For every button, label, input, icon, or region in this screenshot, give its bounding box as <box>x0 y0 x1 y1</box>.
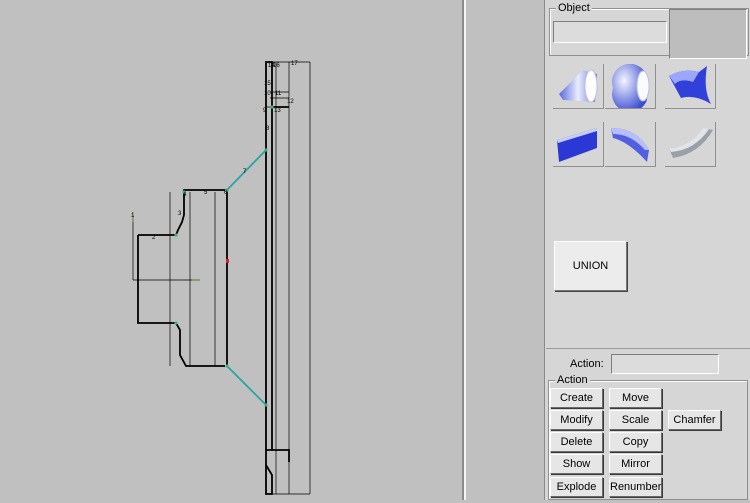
mirror-button[interactable]: Mirror <box>609 454 662 474</box>
show-button[interactable]: Show <box>550 454 603 474</box>
svg-text:15: 15 <box>264 81 271 87</box>
tool-flat-slab[interactable] <box>553 122 604 167</box>
svg-text:10: 10 <box>264 91 271 97</box>
explode-button[interactable]: Explode <box>550 477 603 497</box>
svg-text:3: 3 <box>178 211 182 217</box>
cone-shape-icon <box>559 69 598 103</box>
action-field[interactable] <box>611 354 719 374</box>
svg-text:16: 16 <box>273 63 280 69</box>
curved-blade-icon <box>611 128 649 162</box>
modify-button[interactable]: Modify <box>550 410 603 430</box>
tool-cone[interactable] <box>553 64 604 109</box>
action-field-label: Action: <box>570 358 604 370</box>
svg-text:12: 12 <box>287 99 294 105</box>
tool-bent-plate[interactable] <box>665 122 716 167</box>
svg-text:1: 1 <box>131 213 135 219</box>
profile-sketch: 1 2 3 4 5 6 7 8 9 10 11 12 13 14 15 16 1… <box>131 61 311 495</box>
copy-button[interactable]: Copy <box>609 432 662 452</box>
svg-text:8: 8 <box>266 126 270 132</box>
create-button[interactable]: Create <box>550 388 603 408</box>
svg-text:11: 11 <box>275 91 282 97</box>
sketch-viewport[interactable]: 1 2 3 4 5 6 7 8 9 10 11 12 13 14 15 16 1… <box>0 0 462 500</box>
scale-button[interactable]: Scale <box>609 410 662 430</box>
flat-slab-icon <box>557 128 597 162</box>
object-preview <box>669 9 747 59</box>
renumber-button[interactable]: Renumber <box>609 477 662 497</box>
union-button[interactable]: UNION <box>554 241 627 291</box>
delete-button[interactable]: Delete <box>550 432 603 452</box>
move-button[interactable]: Move <box>609 388 662 408</box>
bent-plate-icon <box>669 128 713 158</box>
tool-curved-wedge[interactable] <box>665 64 716 109</box>
sphere-shape-icon <box>611 64 650 108</box>
secondary-viewport[interactable] <box>466 0 544 500</box>
object-name-field[interactable] <box>553 21 667 43</box>
action-group-title: Action <box>555 374 590 386</box>
svg-text:13: 13 <box>274 108 281 114</box>
curved-wedge-icon <box>669 66 711 104</box>
svg-text:17: 17 <box>291 61 298 67</box>
chamfer-button[interactable]: Chamfer <box>668 410 721 430</box>
object-group-title: Object <box>556 2 592 14</box>
tool-curved-blade[interactable] <box>605 122 656 167</box>
panel-divider <box>546 348 750 349</box>
svg-text:4: 4 <box>183 192 187 198</box>
tool-sphere[interactable] <box>605 64 656 109</box>
